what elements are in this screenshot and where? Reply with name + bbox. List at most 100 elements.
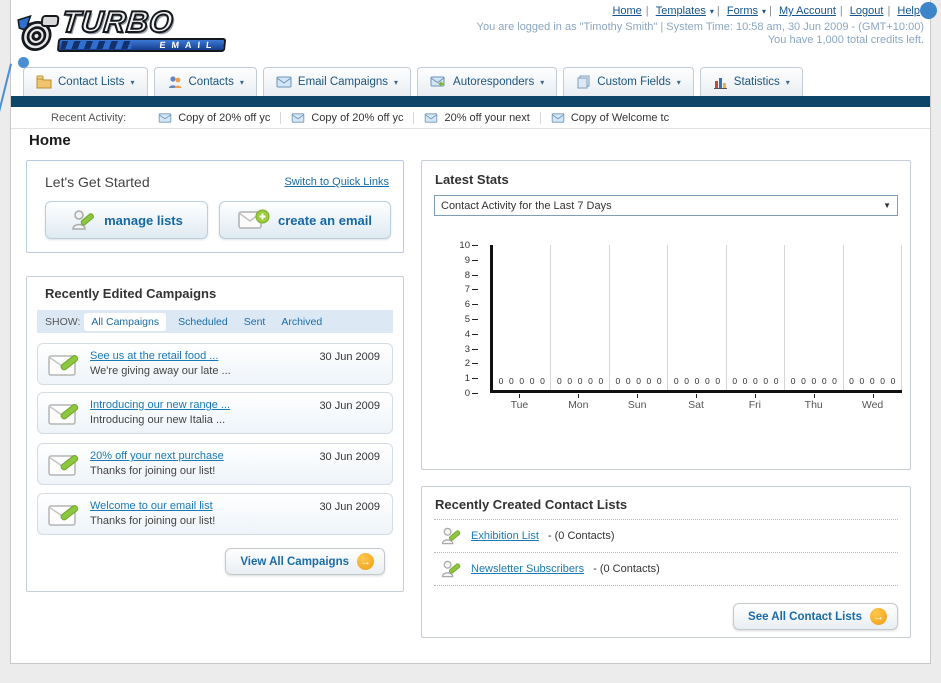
- tab-statistics[interactable]: Statistics ▾: [699, 67, 803, 96]
- chart-day-group: 00000: [785, 245, 844, 390]
- x-axis-tick-label: Sat: [667, 394, 726, 411]
- tab-custom-fields[interactable]: Custom Fields ▾: [563, 67, 694, 96]
- contact-list-count-value: (0 Contacts): [554, 530, 615, 542]
- campaign-date: 30 Jun 2009: [319, 351, 380, 363]
- recent-activity-label: Recent Activity:: [51, 111, 127, 124]
- latest-stats-title: Latest Stats: [435, 172, 509, 187]
- view-all-campaigns-label: View All Campaigns: [240, 555, 349, 568]
- chart-value-label: 0: [849, 376, 854, 386]
- campaign-row[interactable]: See us at the retail food ... We're givi…: [37, 343, 393, 385]
- person-pencil-icon: [441, 560, 461, 578]
- chart-value-row: 00000: [785, 376, 842, 386]
- campaign-row[interactable]: Introducing our new range ... Introducin…: [37, 392, 393, 434]
- get-started-panel: Let's Get Started Switch to Quick Links …: [26, 160, 404, 253]
- contact-activity-chart: 10 9 8 7 6 5 4 3 2 1 0 000000000000000000000000000…: [422, 231, 910, 542]
- chevron-down-icon: ▾: [676, 77, 681, 87]
- contact-list-link[interactable]: Newsletter Subscribers: [471, 563, 584, 575]
- nav-templates-link[interactable]: Templates: [656, 5, 706, 17]
- nav-my-account-link[interactable]: My Account: [779, 5, 836, 17]
- filter-sent[interactable]: Sent: [244, 316, 266, 328]
- tab-label: Autoresponders: [453, 76, 535, 88]
- contact-lists-panel: Recently Created Contact Lists Exhibitio…: [421, 486, 911, 638]
- chevron-down-icon: ▾: [762, 7, 767, 16]
- tab-contact-lists[interactable]: Contact Lists ▾: [23, 67, 148, 96]
- chart-value-label: 0: [684, 376, 689, 386]
- chart-value-label: 0: [625, 376, 631, 386]
- campaign-date: 30 Jun 2009: [319, 400, 380, 412]
- turbo-email-logo: TURBO EMAIL: [10, 5, 240, 56]
- y-axis-tick-label: 3: [464, 343, 479, 355]
- recent-activity-item[interactable]: Copy of 20% off yc: [148, 111, 282, 124]
- envelope-icon: [425, 112, 438, 123]
- chart-day-group: 00000: [551, 245, 610, 390]
- nav-home-link[interactable]: Home: [612, 5, 641, 17]
- chart-day-group: 00000: [727, 245, 786, 390]
- chart-value-label: 0: [859, 376, 865, 386]
- chevron-down-icon: ▾: [709, 7, 714, 16]
- chart-value-label: 0: [588, 376, 593, 386]
- stats-period-select[interactable]: Contact Activity for the Last 7 Days ▼: [434, 195, 898, 216]
- see-all-contact-lists-button[interactable]: See All Contact Lists →: [733, 603, 898, 630]
- campaign-row[interactable]: Welcome to our email list Thanks for joi…: [37, 493, 393, 535]
- folder-icon: [36, 75, 52, 89]
- tab-label: Contacts: [188, 76, 234, 88]
- campaign-title-link[interactable]: Welcome to our email list: [90, 500, 213, 512]
- bar-chart-icon: [713, 77, 727, 89]
- campaign-title-link[interactable]: 20% off your next purchase: [90, 450, 224, 462]
- y-axis-tick-label: 0: [464, 388, 479, 399]
- filter-all-campaigns[interactable]: All Campaigns: [84, 312, 167, 331]
- recent-activity-item[interactable]: Copy of Welcome tc: [541, 112, 679, 124]
- campaign-subtitle: Introducing our new Italia ...: [90, 414, 226, 426]
- filter-scheduled[interactable]: Scheduled: [178, 316, 228, 328]
- envelope-pencil-icon: [48, 403, 79, 425]
- contact-list-count-value: (0 Contacts): [599, 563, 660, 575]
- tab-contacts[interactable]: Contacts ▾: [153, 67, 257, 96]
- people-icon: [168, 76, 181, 88]
- y-axis-tick-label: 9: [464, 254, 479, 266]
- chart-value-label: 0: [519, 376, 525, 386]
- chart-value-label: 0: [742, 376, 748, 386]
- get-started-title: Let's Get Started: [45, 174, 150, 190]
- view-all-campaigns-button[interactable]: View All Campaigns →: [225, 548, 385, 575]
- chart-value-label: 0: [557, 376, 562, 386]
- contact-list-row[interactable]: Newsletter Subscribers - (0 Contacts): [434, 553, 898, 586]
- manage-lists-button[interactable]: manage lists: [45, 201, 208, 239]
- nav-forms-link[interactable]: Forms: [727, 5, 758, 17]
- envelope-icon: [276, 76, 292, 88]
- envelope-plus-icon: [238, 209, 270, 229]
- pages-icon: [577, 75, 590, 89]
- nav-help-link[interactable]: Help: [897, 5, 920, 17]
- balloon-decoration-icon: [18, 57, 29, 68]
- contact-list-link[interactable]: Exhibition List: [471, 530, 539, 542]
- y-axis-tick-label: 7: [464, 284, 479, 296]
- filter-archived[interactable]: Archived: [281, 316, 322, 328]
- recent-activity-item[interactable]: Copy of 20% off yc: [281, 111, 415, 124]
- y-axis-tick-label: 8: [464, 269, 479, 281]
- chart-y-axis: 10 9 8 7 6 5 4 3 2 1 0: [446, 241, 480, 399]
- chart-value-label: 0: [646, 376, 652, 386]
- chart-value-row: 00000: [727, 376, 784, 386]
- y-axis-tick-label: 4: [464, 328, 479, 340]
- chevron-down-icon: ▼: [883, 201, 891, 210]
- campaigns-panel: Recently Edited Campaigns SHOW: All Camp…: [26, 276, 404, 592]
- campaign-title-link[interactable]: See us at the retail food ...: [90, 350, 218, 362]
- help-bubble-icon[interactable]: [920, 2, 937, 19]
- chevron-down-icon: ▾: [130, 77, 135, 87]
- tab-autoresponders[interactable]: Autoresponders ▾: [417, 67, 558, 96]
- arrow-right-icon: →: [870, 608, 887, 625]
- chart-value-label: 0: [869, 376, 875, 386]
- chart-value-label: 0: [732, 376, 738, 386]
- x-axis-tick-label: Fri: [725, 394, 784, 411]
- switch-quick-links-link[interactable]: Switch to Quick Links: [284, 176, 389, 188]
- chart-value-label: 0: [790, 376, 796, 386]
- campaign-title-link[interactable]: Introducing our new range ...: [90, 399, 230, 411]
- contact-list-row[interactable]: Exhibition List - (0 Contacts): [434, 519, 898, 553]
- campaign-row[interactable]: 20% off your next purchase Thanks for jo…: [37, 443, 393, 485]
- x-axis-tick-label: Sun: [608, 394, 667, 411]
- create-email-button[interactable]: create an email: [219, 201, 391, 239]
- nav-logout-link[interactable]: Logout: [850, 5, 884, 17]
- tab-email-campaigns[interactable]: Email Campaigns ▾: [262, 67, 412, 96]
- chart-value-label: 0: [615, 376, 621, 386]
- recent-activity-item[interactable]: 20% off your next: [414, 111, 541, 124]
- credits-info: You have 1,000 total credits left.: [767, 34, 924, 46]
